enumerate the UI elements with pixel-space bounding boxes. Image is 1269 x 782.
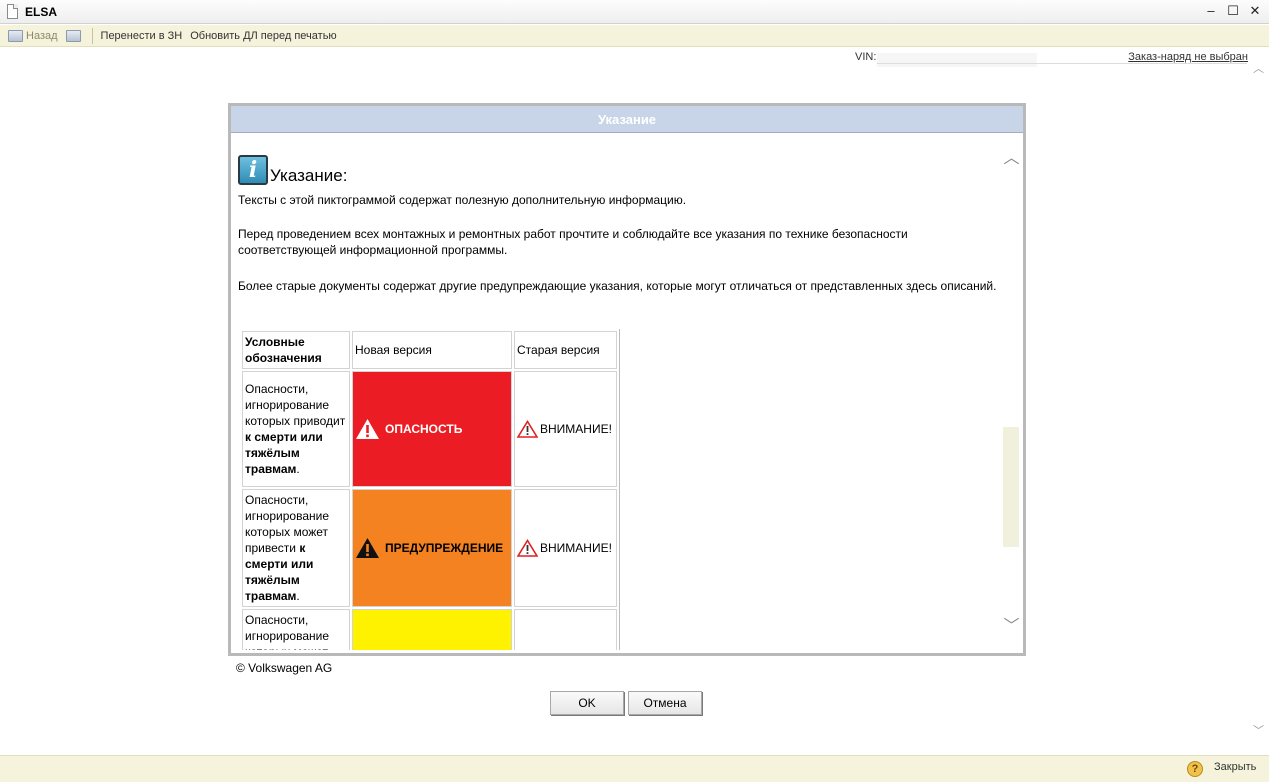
old-signal-cell	[514, 609, 617, 650]
warning-triangle-outline-icon	[517, 420, 538, 438]
vin-field	[877, 53, 1037, 67]
title-bar: ELSA – ☐ ✕	[0, 0, 1269, 24]
close-button[interactable]: Закрыть	[1214, 761, 1256, 773]
print-button[interactable]	[62, 26, 88, 46]
back-button[interactable]: Назад	[4, 26, 62, 46]
back-label: Назад	[26, 29, 58, 42]
description-text: Опасности, игнорирование которых может	[245, 613, 330, 650]
print-icon	[65, 29, 81, 42]
table-header-row: Условные обозначения Новая версия Старая…	[242, 331, 617, 369]
toolbar-separator	[91, 27, 93, 44]
legend-table: Условные обозначения Новая версия Старая…	[240, 329, 620, 650]
scroll-thumb[interactable]	[1003, 427, 1019, 547]
ok-button[interactable]: OK	[550, 691, 624, 715]
toolbar: Назад Перенести в ЗН Обновить ДЛ перед п…	[0, 25, 1269, 47]
danger-label: ОПАСНОСТЬ	[385, 422, 463, 436]
transfer-label: Перенести в ЗН	[100, 29, 183, 42]
window-controls: – ☐ ✕	[1203, 2, 1263, 20]
table-row: Опасности, игнорирование которых приводи…	[242, 371, 617, 487]
scroll-up-icon[interactable]: ︿	[1250, 62, 1267, 76]
scroll-down-icon[interactable]: ﹀	[1250, 724, 1267, 738]
close-window-button[interactable]: ✕	[1247, 2, 1263, 20]
chevron-up-icon[interactable]: ︿	[1002, 150, 1021, 168]
table-header-cell: Старая версия	[514, 331, 617, 369]
old-label: ВНИМАНИЕ!	[540, 422, 612, 436]
info-icon: i	[238, 155, 268, 185]
page-scrollbar[interactable]: ︿ ﹀	[1250, 62, 1267, 752]
old-signal-cell: ВНИМАНИЕ!	[514, 489, 617, 607]
warning-triangle-icon	[356, 538, 379, 558]
document-icon	[7, 4, 18, 19]
hazard-description: Опасности, игнорирование которых может	[242, 609, 350, 650]
table-row: Опасности, игнорирование которых может п…	[242, 489, 617, 607]
description-text: Опасности, игнорирование которых приводи…	[245, 382, 346, 428]
dialog-title: Указание	[231, 106, 1023, 133]
window-title: ELSA	[25, 5, 58, 19]
copyright: © Volkswagen AG	[236, 661, 333, 675]
hazard-description: Опасности, игнорирование которых приводи…	[242, 371, 350, 487]
hazard-description: Опасности, игнорирование которых может п…	[242, 489, 350, 607]
order-link[interactable]: Заказ-наряд не выбран	[1128, 51, 1248, 63]
caution-signal-cell	[352, 609, 512, 650]
minimize-button[interactable]: –	[1203, 2, 1219, 20]
old-signal-cell: ВНИМАНИЕ!	[514, 371, 617, 487]
dialog-scrollbar[interactable]: ︿ ﹀	[1002, 134, 1021, 650]
description-bold: к смерти или тяжёлым травмам	[245, 430, 323, 476]
description-suffix: .	[296, 462, 300, 476]
update-label: Обновить ДЛ перед печатью	[190, 29, 337, 42]
vin-divider	[877, 63, 1247, 64]
info-title: Указание:	[270, 166, 348, 185]
old-label: ВНИМАНИЕ!	[540, 541, 612, 555]
vin-label: VIN:	[855, 51, 877, 63]
dialog-content: i Указание: Тексты с этой пиктограммой с…	[231, 134, 999, 650]
info-heading: i Указание:	[238, 155, 347, 185]
chevron-down-icon[interactable]: ﹀	[1002, 618, 1021, 636]
paragraph-3: Более старые документы содержат другие п…	[238, 279, 997, 293]
warning-triangle-outline-icon	[517, 539, 538, 557]
cancel-button[interactable]: Отмена	[628, 691, 702, 715]
paragraph-1: Тексты с этой пиктограммой содержат поле…	[238, 193, 687, 207]
update-before-print-button[interactable]: Обновить ДЛ перед печатью	[186, 26, 340, 46]
warning-triangle-icon	[356, 419, 379, 439]
notice-dialog: Указание i Указание: Тексты с этой пикто…	[228, 103, 1026, 656]
danger-signal-cell: ОПАСНОСТЬ	[352, 371, 512, 487]
paragraph-2: Перед проведением всех монтажных и ремон…	[238, 227, 908, 257]
table-header-cell: Условные обозначения	[242, 331, 350, 369]
warning-label: ПРЕДУПРЕЖДЕНИЕ	[385, 541, 504, 555]
warning-signal-cell: ПРЕДУПРЕЖДЕНИЕ	[352, 489, 512, 607]
description-text: Опасности, игнорирование которых может п…	[245, 493, 330, 555]
description-suffix: .	[296, 589, 300, 603]
transfer-to-order-button[interactable]: Перенести в ЗН	[97, 26, 187, 46]
back-arrow-icon	[8, 29, 23, 42]
status-bar: ? Закрыть	[0, 755, 1269, 782]
table-header-cell: Новая версия	[352, 331, 512, 369]
table-row: Опасности, игнорирование которых может	[242, 609, 617, 650]
help-icon[interactable]: ?	[1187, 761, 1203, 777]
maximize-button[interactable]: ☐	[1225, 2, 1241, 20]
